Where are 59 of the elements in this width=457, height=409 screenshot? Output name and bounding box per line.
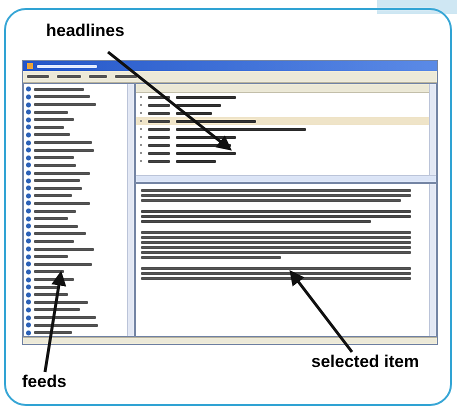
illegible-text bbox=[148, 160, 170, 162]
illegible-text bbox=[34, 133, 70, 136]
illegible-text bbox=[89, 75, 107, 78]
illegible-text bbox=[34, 194, 72, 198]
illegible-text bbox=[34, 308, 80, 312]
illegible-text bbox=[34, 164, 76, 167]
illegible-text bbox=[34, 300, 88, 304]
illegible-text bbox=[34, 316, 96, 320]
callout-label: headlines bbox=[46, 22, 124, 39]
callout-label: selected item bbox=[311, 353, 419, 370]
app-icon bbox=[27, 63, 33, 69]
illegible-text bbox=[34, 324, 98, 327]
illegible-text bbox=[176, 104, 221, 106]
illegible-text bbox=[34, 95, 90, 98]
illegible-text bbox=[148, 112, 170, 114]
illegible-text bbox=[34, 262, 92, 266]
illegible-text bbox=[34, 224, 78, 228]
illegible-text bbox=[34, 331, 72, 334]
illegible-text bbox=[34, 186, 82, 190]
illegible-text bbox=[34, 141, 92, 144]
illegible-text bbox=[34, 278, 74, 282]
illegible-text bbox=[34, 293, 68, 296]
illegible-text bbox=[176, 160, 216, 162]
illegible-text bbox=[148, 136, 170, 138]
illegible-text bbox=[34, 103, 96, 106]
illegible-text bbox=[34, 88, 84, 91]
illegible-text bbox=[34, 217, 68, 220]
illegible-text bbox=[34, 110, 68, 114]
illegible-text bbox=[37, 64, 97, 68]
illegible-text bbox=[34, 210, 76, 213]
illegible-text bbox=[34, 172, 90, 174]
illegible-text bbox=[148, 128, 170, 130]
illegible-text bbox=[34, 126, 64, 129]
illegible-text bbox=[34, 248, 94, 251]
illegible-text bbox=[34, 286, 60, 289]
illegible-text bbox=[176, 144, 231, 146]
illegible-text bbox=[176, 96, 236, 98]
illegible-text bbox=[57, 75, 81, 78]
illegible-text bbox=[27, 75, 49, 78]
illegible-text bbox=[34, 118, 74, 122]
illegible-text bbox=[115, 75, 137, 78]
illegible-text bbox=[176, 152, 236, 154]
illegible-text bbox=[148, 152, 170, 154]
illegible-text bbox=[148, 144, 170, 146]
illegible-text bbox=[148, 104, 170, 106]
illegible-text bbox=[34, 232, 86, 236]
illegible-text bbox=[176, 136, 236, 138]
illegible-text bbox=[34, 240, 74, 243]
callout-label: feeds bbox=[22, 373, 66, 390]
illegible-text bbox=[34, 255, 68, 258]
illegible-text bbox=[34, 202, 90, 205]
illegible-text bbox=[34, 148, 94, 152]
illegible-text bbox=[148, 96, 170, 98]
illegible-text bbox=[176, 112, 212, 114]
headline-row[interactable] bbox=[136, 117, 429, 125]
illegible-text bbox=[148, 120, 170, 122]
illegible-text bbox=[34, 270, 64, 274]
illegible-text bbox=[34, 179, 80, 182]
illegible-text bbox=[34, 156, 74, 160]
